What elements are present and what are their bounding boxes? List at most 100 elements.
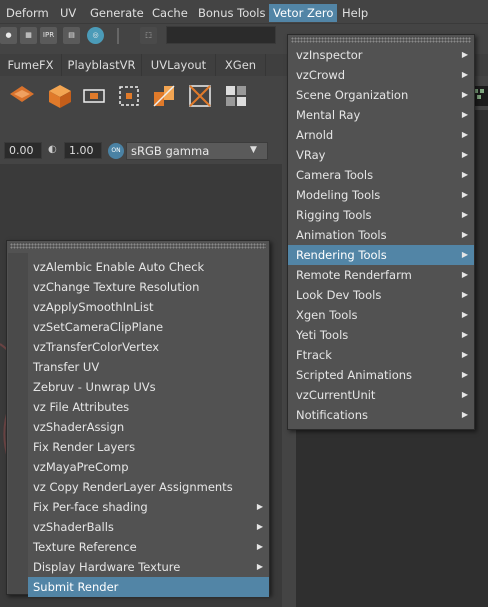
vetor-zero-menu: vzInspector ▶ vzCrowd ▶ Scene Organization ▶ M… xyxy=(287,34,475,430)
menu-item-label: vzAlembic Enable Auto Check xyxy=(33,260,205,274)
submenu-arrow-icon: ▶ xyxy=(461,370,468,379)
layout-icon[interactable] xyxy=(222,82,250,110)
submenu-arrow-icon: ▶ xyxy=(461,230,468,239)
ipr-icon[interactable]: IPR xyxy=(40,27,57,44)
menu-item-label: Zebruv - Unwrap UVs xyxy=(33,380,156,394)
submenu-arrow-icon: ▶ xyxy=(461,210,468,219)
select-tool-icon[interactable]: ⬚ xyxy=(140,27,157,44)
menu-item-label: Mental Ray xyxy=(296,108,361,122)
menu-item-mental-ray[interactable]: Mental Ray ▶ xyxy=(288,105,474,125)
tearoff-handle[interactable] xyxy=(291,37,471,43)
menu-item-label: vzSetCameraClipPlane xyxy=(33,320,164,334)
menu-item-label: Arnold xyxy=(296,128,334,142)
tab-xgen[interactable]: XGen xyxy=(216,54,266,76)
menu-item-vzshaderballs[interactable]: vzShaderBalls ▶ xyxy=(28,517,269,537)
menu-item-xgen-tools[interactable]: Xgen Tools ▶ xyxy=(288,305,474,325)
menu-item-vzchange-texture-resolution[interactable]: vzChange Texture Resolution xyxy=(28,277,269,297)
exposure-field[interactable]: 0.00 xyxy=(4,142,42,159)
menu-item-notifications[interactable]: Notifications ▶ xyxy=(288,405,474,425)
gamma-field[interactable]: 1.00 xyxy=(64,142,102,159)
clapper-icon[interactable]: ▦ xyxy=(20,27,37,44)
color-management-toggle[interactable]: ON xyxy=(108,143,124,159)
gamma-toggle-icon[interactable]: ◐ xyxy=(48,144,57,157)
menu-item-arnold[interactable]: Arnold ▶ xyxy=(288,125,474,145)
submenu-arrow-icon: ▶ xyxy=(461,350,468,359)
tearoff-handle[interactable] xyxy=(10,243,266,249)
menu-item-label: vzCrowd xyxy=(296,68,346,82)
menu-item-label: Animation Tools xyxy=(296,228,387,242)
menu-item-texture-reference[interactable]: Texture Reference ▶ xyxy=(28,537,269,557)
submenu-arrow-icon: ▶ xyxy=(256,502,263,511)
tab-playblastvr[interactable]: PlayblastVR xyxy=(62,54,142,76)
menu-item-vzsetcameraclipplane[interactable]: vzSetCameraClipPlane xyxy=(28,317,269,337)
toolbar-divider xyxy=(117,28,119,44)
menu-item-rendering-tools[interactable]: Rendering Tools ▶ xyxy=(288,245,474,265)
record-icon[interactable]: ● xyxy=(0,27,17,44)
menu-item-label: Rendering Tools xyxy=(296,248,387,262)
menu-help[interactable]: Help xyxy=(338,4,372,22)
chevron-down-icon: ▼ xyxy=(250,145,257,155)
submenu-arrow-icon: ▶ xyxy=(461,270,468,279)
submenu-arrow-icon: ▶ xyxy=(461,330,468,339)
menu-item-vz-file-attributes[interactable]: vz File Attributes xyxy=(28,397,269,417)
menu-generate[interactable]: Generate xyxy=(86,4,148,22)
menu-item-ftrack[interactable]: Ftrack ▶ xyxy=(288,345,474,365)
menu-item-label: vz Copy RenderLayer Assignments xyxy=(33,480,233,494)
menu-item-remote-renderfarm[interactable]: Remote Renderfarm ▶ xyxy=(288,265,474,285)
menu-item-rigging-tools[interactable]: Rigging Tools ▶ xyxy=(288,205,474,225)
tab-fumefx[interactable]: FumeFX xyxy=(0,54,62,76)
rendering-tools-menu: vzAlembic Enable Auto Check vzChange Text… xyxy=(6,240,270,597)
split-icon[interactable] xyxy=(150,82,178,110)
menu-item-vztransfercolorvertex[interactable]: vzTransferColorVertex xyxy=(28,337,269,357)
hypershade-icon[interactable]: ◎ xyxy=(87,27,104,44)
render-settings-icon[interactable]: ▤ xyxy=(63,27,80,44)
menu-item-scripted-animations[interactable]: Scripted Animations ▶ xyxy=(288,365,474,385)
menu-item-label: Yeti Tools xyxy=(296,328,349,342)
menu-bonus-tools[interactable]: Bonus Tools xyxy=(194,4,269,22)
menu-cache[interactable]: Cache xyxy=(148,4,192,22)
submenu-arrow-icon: ▶ xyxy=(461,290,468,299)
menu-item-scene-organization[interactable]: Scene Organization ▶ xyxy=(288,85,474,105)
bounding-box-icon[interactable] xyxy=(80,82,108,110)
menu-item-vzshaderassign[interactable]: vzShaderAssign xyxy=(28,417,269,437)
menu-item-look-dev-tools[interactable]: Look Dev Tools ▶ xyxy=(288,285,474,305)
menu-item-yeti-tools[interactable]: Yeti Tools ▶ xyxy=(288,325,474,345)
menu-item-vz-copy-renderlayer-assignments[interactable]: vz Copy RenderLayer Assignments xyxy=(28,477,269,497)
menu-item-vzinspector[interactable]: vzInspector ▶ xyxy=(288,45,474,65)
menu-item-vray[interactable]: VRay ▶ xyxy=(288,145,474,165)
cross-select-icon[interactable] xyxy=(186,82,214,110)
menu-item-display-hardware-texture[interactable]: Display Hardware Texture ▶ xyxy=(28,557,269,577)
menu-item-label: vzMayaPreComp xyxy=(33,460,129,474)
view-transform-select[interactable]: sRGB gamma xyxy=(126,142,268,160)
frame-select-icon[interactable] xyxy=(115,82,143,110)
toolbar-input-field[interactable] xyxy=(166,26,276,44)
tab-uvlayout[interactable]: UVLayout xyxy=(142,54,216,76)
menu-item-vzmayaprecomp[interactable]: vzMayaPreComp xyxy=(28,457,269,477)
menu-item-vzapplysmoothinlist[interactable]: vzApplySmoothInList xyxy=(28,297,269,317)
menu-deform[interactable]: Deform xyxy=(2,4,53,22)
submenu-arrow-icon: ▶ xyxy=(461,390,468,399)
submenu-arrow-icon: ▶ xyxy=(461,170,468,179)
menu-item-modeling-tools[interactable]: Modeling Tools ▶ xyxy=(288,185,474,205)
menu-item-vzcrowd[interactable]: vzCrowd ▶ xyxy=(288,65,474,85)
menu-item-fix-render-layers[interactable]: Fix Render Layers xyxy=(28,437,269,457)
menu-vetor-zero[interactable]: Vetor Zero xyxy=(269,4,338,22)
submenu-arrow-icon: ▶ xyxy=(461,70,468,79)
menu-item-submit-render[interactable]: Submit Render xyxy=(28,577,269,597)
menu-item-label: vzCurrentUnit xyxy=(296,388,376,402)
menu-item-transfer-uv[interactable]: Transfer UV xyxy=(28,357,269,377)
cube-icon[interactable] xyxy=(46,82,74,110)
menu-item-zebruv-unwrap-uvs[interactable]: Zebruv - Unwrap UVs xyxy=(28,377,269,397)
uv-grid-icon[interactable] xyxy=(8,82,36,110)
menu-item-vzcurrentunit[interactable]: vzCurrentUnit ▶ xyxy=(288,385,474,405)
menu-item-animation-tools[interactable]: Animation Tools ▶ xyxy=(288,225,474,245)
menu-item-label: Camera Tools xyxy=(296,168,374,182)
menu-uv[interactable]: UV xyxy=(56,4,80,22)
menu-item-vzalembic-enable-auto-check[interactable]: vzAlembic Enable Auto Check xyxy=(28,257,269,277)
menu-item-label: vzShaderBalls xyxy=(33,520,114,534)
submenu-arrow-icon: ▶ xyxy=(256,522,263,531)
menu-item-fix-per-face-shading[interactable]: Fix Per-face shading ▶ xyxy=(28,497,269,517)
menu-item-label: vzChange Texture Resolution xyxy=(33,280,200,294)
menu-item-camera-tools[interactable]: Camera Tools ▶ xyxy=(288,165,474,185)
menu-item-label: vzApplySmoothInList xyxy=(33,300,154,314)
